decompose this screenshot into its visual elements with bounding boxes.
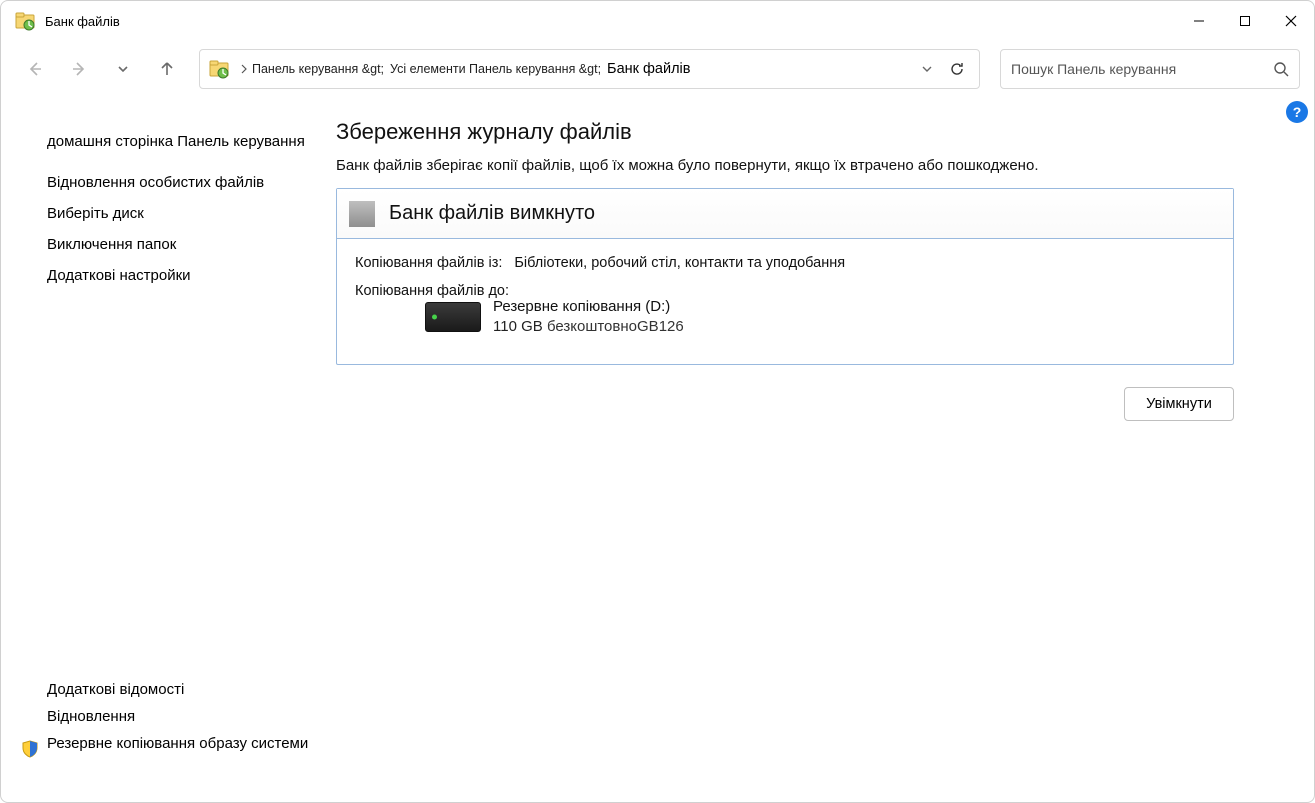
maximize-button[interactable]	[1222, 1, 1268, 41]
shield-icon	[21, 740, 39, 758]
sidebar-link-exclude[interactable]: Виключення папок	[47, 236, 326, 253]
sidebar: домашня сторінка Панель керування Віднов…	[1, 109, 336, 802]
search-box[interactable]: Пошук Панель керування	[1000, 49, 1300, 89]
status-text: Банк файлів вимкнуто	[389, 202, 595, 225]
sidebar-link-restore[interactable]: Відновлення особистих файлів	[47, 174, 326, 191]
breadcrumb-segment[interactable]: Панель керування &gt;	[252, 62, 384, 76]
forward-button[interactable]	[59, 49, 99, 89]
content: Збереження журналу файлів Банк файлів зб…	[336, 109, 1314, 802]
minimize-button[interactable]	[1176, 1, 1222, 41]
address-bar[interactable]: Панель керування &gt; Усі елементи Панел…	[199, 49, 980, 89]
window: Банк файлів	[0, 0, 1315, 803]
drive-block: Резервне копіювання (D:) 110 GB безкошто…	[425, 297, 1215, 338]
breadcrumb-current[interactable]: Банк файлів	[607, 61, 690, 77]
sidebar-home-link[interactable]: домашня сторінка Панель керування	[47, 133, 326, 150]
drive-name: Резервне копіювання (D:)	[493, 297, 684, 317]
close-button[interactable]	[1268, 1, 1314, 41]
sidebar-link-advanced[interactable]: Додаткові настройки	[47, 267, 326, 284]
nav-bar: Панель керування &gt; Усі елементи Панел…	[1, 41, 1314, 97]
status-header: Банк файлів вимкнуто	[337, 189, 1233, 239]
search-placeholder: Пошук Панель керування	[1011, 61, 1273, 77]
copy-to-label: Копіювання файлів до:	[355, 283, 509, 299]
drive-text: Резервне копіювання (D:) 110 GB безкошто…	[493, 297, 684, 338]
sidebar-recovery[interactable]: Відновлення	[47, 708, 326, 725]
address-dropdown-button[interactable]	[915, 63, 939, 75]
enable-button[interactable]: Увімкнути	[1124, 387, 1234, 421]
search-icon	[1273, 61, 1289, 77]
app-icon	[15, 11, 35, 31]
status-box: Банк файлів вимкнуто Копіювання файлів і…	[336, 188, 1234, 365]
up-button[interactable]	[147, 49, 187, 89]
drive-space: 110 GB безкоштовноGB126	[493, 317, 684, 337]
back-button[interactable]	[15, 49, 55, 89]
chevron-right-icon	[240, 64, 248, 74]
help-icon[interactable]: ?	[1286, 101, 1308, 123]
status-body: Копіювання файлів із: Бібліотеки, робочи…	[337, 239, 1233, 364]
hard-drive-icon	[425, 302, 481, 332]
sidebar-link-select-drive[interactable]: Виберіть диск	[47, 205, 326, 222]
recent-locations-button[interactable]	[103, 49, 143, 89]
page-description: Банк файлів зберігає копії файлів, щоб ї…	[336, 157, 1234, 174]
copy-from-label: Копіювання файлів із:	[355, 255, 502, 271]
sidebar-bottom: Додаткові відомості Відновлення Резервне…	[47, 681, 326, 782]
body: ? домашня сторінка Панель керування Відн…	[1, 97, 1314, 802]
button-row: Увімкнути	[336, 387, 1234, 421]
refresh-button[interactable]	[943, 49, 971, 89]
title-bar: Банк файлів	[1, 1, 1314, 41]
window-title: Банк файлів	[45, 14, 120, 29]
folder-icon	[208, 58, 230, 80]
breadcrumb-segment[interactable]: Усі елементи Панель керування &gt;	[390, 62, 601, 76]
sidebar-see-also[interactable]: Додаткові відомості	[47, 681, 326, 698]
page-title: Збереження журналу файлів	[336, 119, 1234, 145]
status-thumbnail-icon	[349, 201, 375, 227]
copy-from-value: Бібліотеки, робочий стіл, контакти та уп…	[514, 255, 845, 271]
sidebar-system-image[interactable]: Резервне копіювання образу системи	[47, 735, 308, 752]
window-controls	[1176, 1, 1314, 41]
